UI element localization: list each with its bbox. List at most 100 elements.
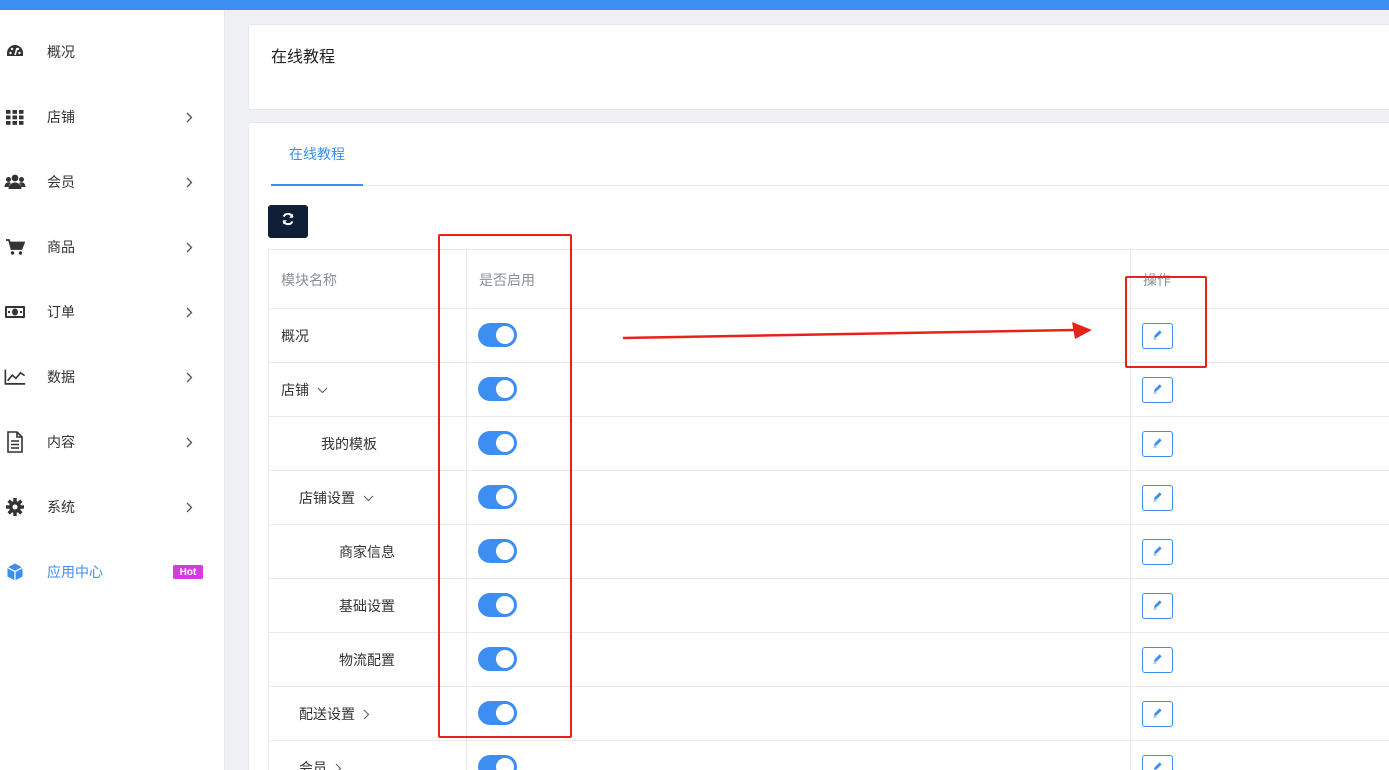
enabled-toggle[interactable] [478, 485, 517, 509]
sidebar: 概况店铺会员商品订单数据内容系统应用中心 Hot [0, 10, 225, 770]
sidebar-item[interactable]: 店铺 [0, 97, 225, 137]
chevron-right-icon [184, 370, 194, 384]
table-row: 物流配置 [268, 633, 1389, 687]
module-name: 店铺设置 [299, 490, 355, 506]
table-header: 模块名称 是否启用 操作 [268, 249, 1389, 309]
pencil-icon [1152, 489, 1163, 507]
module-name-cell: 概况 [281, 309, 309, 363]
sidebar-item-label: 商品 [47, 239, 75, 255]
sidebar-item[interactable]: 内容 [0, 422, 225, 462]
chevron-right-icon [184, 240, 194, 254]
edit-button[interactable] [1142, 755, 1173, 770]
table-row: 店铺设置 [268, 471, 1389, 525]
sidebar-item[interactable]: 会员 [0, 162, 225, 202]
pencil-icon [1152, 381, 1163, 399]
column-header-action: 操作 [1143, 272, 1171, 288]
table-row: 会员 [268, 741, 1389, 770]
sidebar-item-label: 系统 [47, 499, 75, 515]
cart-icon [4, 236, 26, 258]
module-name-cell[interactable]: 会员 [299, 741, 342, 770]
table-row: 配送设置 [268, 687, 1389, 741]
dashboard-icon [4, 41, 26, 63]
edit-button[interactable] [1142, 323, 1173, 349]
page-title: 在线教程 [271, 49, 336, 66]
sidebar-item-label: 订单 [47, 304, 75, 320]
pencil-icon [1152, 435, 1163, 453]
edit-button[interactable] [1142, 593, 1173, 619]
enabled-toggle[interactable] [478, 539, 517, 563]
sidebar-item-label: 数据 [47, 369, 75, 385]
chevron-right-icon [184, 435, 194, 449]
sidebar-item-label: 应用中心 [47, 564, 103, 580]
sidebar-item[interactable]: 应用中心 Hot [0, 552, 225, 592]
chevron-right-icon [184, 110, 194, 124]
top-accent-bar [0, 0, 1389, 10]
grid-icon [4, 106, 26, 128]
pencil-icon [1152, 597, 1163, 615]
sidebar-item-label: 内容 [47, 434, 75, 450]
module-name-cell: 商家信息 [339, 525, 395, 579]
main-card: 在线教程 模块名称 是否启用 操作 概况店铺我的模板店铺设置商家信息基础设置物流… [248, 122, 1389, 770]
chevron-down-icon[interactable] [363, 495, 374, 502]
chevron-right-icon[interactable] [335, 763, 342, 770]
module-name: 我的模板 [321, 436, 377, 452]
pencil-icon [1152, 651, 1163, 669]
chevron-right-icon[interactable] [363, 709, 370, 720]
column-header-enabled: 是否启用 [479, 272, 535, 288]
edit-button[interactable] [1142, 377, 1173, 403]
edit-button[interactable] [1142, 701, 1173, 727]
users-icon [4, 171, 26, 193]
pencil-icon [1152, 543, 1163, 561]
module-name: 商家信息 [339, 544, 395, 560]
pencil-icon [1152, 705, 1163, 723]
hot-badge: Hot [173, 565, 203, 579]
refresh-icon [281, 212, 295, 231]
enabled-toggle[interactable] [478, 323, 517, 347]
sidebar-item[interactable]: 商品 [0, 227, 225, 267]
table-row: 商家信息 [268, 525, 1389, 579]
tab-bar: 在线教程 [271, 123, 1389, 186]
edit-button[interactable] [1142, 431, 1173, 457]
refresh-button[interactable] [268, 205, 308, 238]
module-name: 概况 [281, 328, 309, 344]
enabled-toggle[interactable] [478, 431, 517, 455]
table-row: 店铺 [268, 363, 1389, 417]
sidebar-item[interactable]: 概况 [0, 32, 225, 72]
chevron-down-icon[interactable] [317, 387, 328, 394]
enabled-toggle[interactable] [478, 647, 517, 671]
module-name: 基础设置 [339, 598, 395, 614]
module-name: 会员 [299, 760, 327, 770]
module-name-cell[interactable]: 配送设置 [299, 687, 370, 741]
module-name-cell: 物流配置 [339, 633, 395, 687]
module-name-cell: 基础设置 [339, 579, 395, 633]
sidebar-item-label: 店铺 [47, 109, 75, 125]
enabled-toggle[interactable] [478, 593, 517, 617]
sidebar-item[interactable]: 数据 [0, 357, 225, 397]
enabled-toggle[interactable] [478, 701, 517, 725]
edit-button[interactable] [1142, 485, 1173, 511]
page-header-card: 在线教程 [248, 24, 1389, 110]
tab-online-tutorial[interactable]: 在线教程 [271, 123, 363, 186]
module-name-cell[interactable]: 店铺设置 [299, 471, 374, 525]
enabled-toggle[interactable] [478, 755, 517, 770]
sidebar-item[interactable]: 系统 [0, 487, 225, 527]
pencil-icon [1152, 759, 1163, 770]
table-body: 概况店铺我的模板店铺设置商家信息基础设置物流配置 配送设置会员 [268, 309, 1389, 770]
chevron-right-icon [184, 175, 194, 189]
cube-icon [4, 561, 26, 583]
enabled-toggle[interactable] [478, 377, 517, 401]
chart-icon [4, 366, 26, 388]
table-row: 概况 [268, 309, 1389, 363]
edit-button[interactable] [1142, 539, 1173, 565]
module-name-cell[interactable]: 店铺 [281, 363, 328, 417]
chevron-right-icon [184, 500, 194, 514]
document-icon [4, 431, 26, 453]
sidebar-item-label: 会员 [47, 174, 75, 190]
sidebar-item[interactable]: 订单 [0, 292, 225, 332]
edit-button[interactable] [1142, 647, 1173, 673]
column-header-name: 模块名称 [281, 272, 337, 288]
sidebar-item-label: 概况 [47, 44, 75, 60]
pencil-icon [1152, 327, 1163, 345]
money-icon [4, 301, 26, 323]
gear-icon [4, 496, 26, 518]
